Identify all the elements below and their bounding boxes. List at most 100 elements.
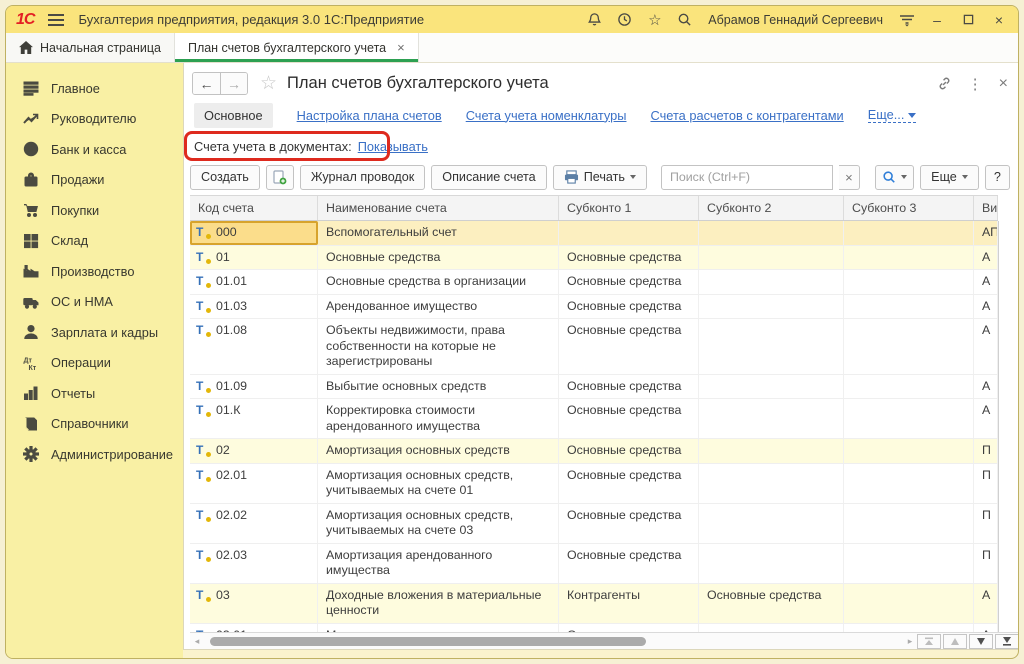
table-row-01.К[interactable]: Т01.ККорректировка стоимости арендованно… bbox=[190, 399, 998, 439]
subconto3-cell bbox=[844, 295, 974, 319]
sidebar-item-11[interactable]: Отчеты bbox=[6, 378, 183, 409]
forward-button[interactable]: → bbox=[220, 73, 247, 94]
horizontal-scrollbar-thumb[interactable] bbox=[210, 637, 646, 646]
sidebar-item-2[interactable]: Руководителю bbox=[6, 104, 183, 135]
sidebar-item-4[interactable]: Продажи bbox=[6, 165, 183, 196]
column-header-2[interactable]: Наименование счета bbox=[318, 196, 559, 220]
show-accounts-link[interactable]: Показывать bbox=[358, 139, 428, 154]
account-name-cell: Основные средства bbox=[318, 246, 559, 270]
account-code-cell[interactable]: Т02.01 bbox=[190, 464, 318, 503]
column-header-5[interactable]: Субконто 3 bbox=[844, 196, 974, 220]
sidebar-item-label: Зарплата и кадры bbox=[51, 325, 158, 340]
column-header-3[interactable]: Субконто 1 bbox=[559, 196, 699, 220]
close-window-button[interactable]: × bbox=[990, 12, 1008, 28]
current-user[interactable]: Абрамов Геннадий Сергеевич bbox=[708, 13, 883, 27]
sidebar-item-5[interactable]: Покупки bbox=[6, 195, 183, 226]
nav-link-item-accounts[interactable]: Счета учета номенклатуры bbox=[466, 108, 627, 123]
subconto2-cell bbox=[699, 270, 844, 294]
table-row-02[interactable]: Т02Амортизация основных средствОсновные … bbox=[190, 439, 998, 464]
table-row-01.01[interactable]: Т01.01Основные средства в организацииОсн… bbox=[190, 270, 998, 295]
column-header-6[interactable]: Вид bbox=[974, 196, 998, 220]
subconto3-cell bbox=[844, 584, 974, 623]
sidebar-item-8[interactable]: ОС и НМА bbox=[6, 287, 183, 318]
notifications-bell-icon[interactable] bbox=[586, 11, 603, 28]
table-row-02.01[interactable]: Т02.01Амортизация основных средств, учит… bbox=[190, 464, 998, 504]
account-code-cell[interactable]: Т03 bbox=[190, 584, 318, 623]
sidebar-item-13[interactable]: Администрирование bbox=[6, 439, 183, 470]
account-code-cell[interactable]: Т03.01 bbox=[190, 624, 318, 633]
table-row-01.09[interactable]: Т01.09Выбытие основных средствОсновные с… bbox=[190, 375, 998, 400]
tab-home[interactable]: Начальная страница bbox=[6, 33, 175, 62]
account-code-cell[interactable]: Т01.К bbox=[190, 399, 318, 438]
row-up-button[interactable] bbox=[943, 634, 967, 649]
print-button[interactable]: Печать bbox=[553, 165, 647, 190]
close-panel-icon[interactable]: × bbox=[999, 75, 1008, 93]
minimize-button[interactable]: – bbox=[928, 12, 946, 28]
get-link-icon[interactable] bbox=[937, 76, 952, 91]
account-code-cell[interactable]: Т01.03 bbox=[190, 295, 318, 319]
global-search-icon[interactable] bbox=[676, 11, 693, 28]
scroll-left-icon[interactable]: ◂ bbox=[192, 636, 202, 647]
table-row-01.08[interactable]: Т01.08Объекты недвижимости, права собств… bbox=[190, 319, 998, 375]
sidebar-item-3[interactable]: Банк и касса bbox=[6, 134, 183, 165]
add-favorite-star-icon[interactable]: ☆ bbox=[260, 72, 277, 95]
printer-icon bbox=[564, 170, 579, 184]
account-code-cell[interactable]: Т01.09 bbox=[190, 375, 318, 399]
scroll-right-icon[interactable]: ▸ bbox=[905, 636, 915, 647]
account-description-button[interactable]: Описание счета bbox=[431, 165, 546, 190]
sidebar-item-10[interactable]: ДтКтОперации bbox=[6, 348, 183, 379]
create-button[interactable]: Создать bbox=[190, 165, 260, 190]
sidebar-item-6[interactable]: Склад bbox=[6, 226, 183, 257]
more-button[interactable]: Еще bbox=[920, 165, 979, 190]
account-code-cell[interactable]: Т000 bbox=[190, 221, 318, 245]
search-input[interactable] bbox=[661, 165, 833, 190]
account-code-cell[interactable]: Т02.02 bbox=[190, 504, 318, 543]
tab-chart-of-accounts[interactable]: План счетов бухгалтерского учета × bbox=[175, 33, 419, 62]
search-options-button[interactable] bbox=[875, 165, 914, 190]
clear-search-icon[interactable]: × bbox=[839, 165, 860, 190]
table-row-03.01[interactable]: Т03.01Материальные ценности в организаци… bbox=[190, 624, 998, 633]
table-row-02.02[interactable]: Т02.02Амортизация основных средств, учит… bbox=[190, 504, 998, 544]
account-code-cell[interactable]: Т01.08 bbox=[190, 319, 318, 374]
table-row-02.03[interactable]: Т02.03Амортизация арендованного имуществ… bbox=[190, 544, 998, 584]
column-header-4[interactable]: Субконто 2 bbox=[699, 196, 844, 220]
favorites-star-icon[interactable]: ☆ bbox=[646, 11, 663, 28]
table-row-01[interactable]: Т01Основные средстваОсновные средстваА bbox=[190, 246, 998, 271]
subconto3-cell bbox=[844, 319, 974, 374]
row-down-button[interactable] bbox=[969, 634, 993, 649]
go-bottom-button[interactable] bbox=[995, 634, 1018, 649]
account-code-cell[interactable]: Т02 bbox=[190, 439, 318, 463]
table-row-03[interactable]: Т03Доходные вложения в материальные ценн… bbox=[190, 584, 998, 624]
sidebar-item-label: Справочники bbox=[51, 416, 129, 431]
tab-close-icon[interactable]: × bbox=[397, 40, 405, 55]
back-button[interactable]: ← bbox=[193, 73, 220, 94]
horizontal-scrollbar-track[interactable] bbox=[202, 636, 905, 647]
journal-button[interactable]: Журнал проводок bbox=[300, 165, 425, 190]
go-top-button[interactable] bbox=[917, 634, 941, 649]
nav-more-link[interactable]: Еще... bbox=[868, 107, 917, 123]
settings-service-icon[interactable] bbox=[898, 11, 915, 28]
history-clock-icon[interactable] bbox=[616, 11, 633, 28]
accounts-note-label: Счета учета в документах: bbox=[194, 139, 352, 154]
help-button[interactable]: ? bbox=[985, 165, 1010, 190]
table-row-000[interactable]: Т000Вспомогательный счетАП bbox=[190, 221, 998, 246]
kebab-menu-icon[interactable]: ⋮ bbox=[968, 75, 983, 93]
sidebar-item-9[interactable]: Зарплата и кадры bbox=[6, 317, 183, 348]
subconto2-cell bbox=[699, 464, 844, 503]
account-code-cell[interactable]: Т01 bbox=[190, 246, 318, 270]
table-row-01.03[interactable]: Т01.03Арендованное имуществоОсновные сре… bbox=[190, 295, 998, 320]
account-code-cell[interactable]: Т02.03 bbox=[190, 544, 318, 583]
create-group-button[interactable] bbox=[266, 165, 294, 190]
nav-link-counterparty-accounts[interactable]: Счета расчетов с контрагентами bbox=[650, 108, 843, 123]
column-header-1[interactable]: Код счета bbox=[190, 196, 318, 220]
nav-tab-main[interactable]: Основное bbox=[194, 103, 273, 128]
sidebar-item-12[interactable]: Справочники bbox=[6, 409, 183, 440]
sidebar-item-7[interactable]: Производство bbox=[6, 256, 183, 287]
main-menu-icon[interactable] bbox=[48, 14, 64, 26]
maximize-button[interactable] bbox=[959, 12, 977, 28]
sidebar-item-1[interactable]: Главное bbox=[6, 73, 183, 104]
toolbar: Создать Журнал проводок Описание счета П… bbox=[184, 163, 1018, 195]
nav-link-plan-settings[interactable]: Настройка плана счетов bbox=[297, 108, 442, 123]
account-code-cell[interactable]: Т01.01 bbox=[190, 270, 318, 294]
subconto2-cell: Основные средства bbox=[699, 584, 844, 623]
